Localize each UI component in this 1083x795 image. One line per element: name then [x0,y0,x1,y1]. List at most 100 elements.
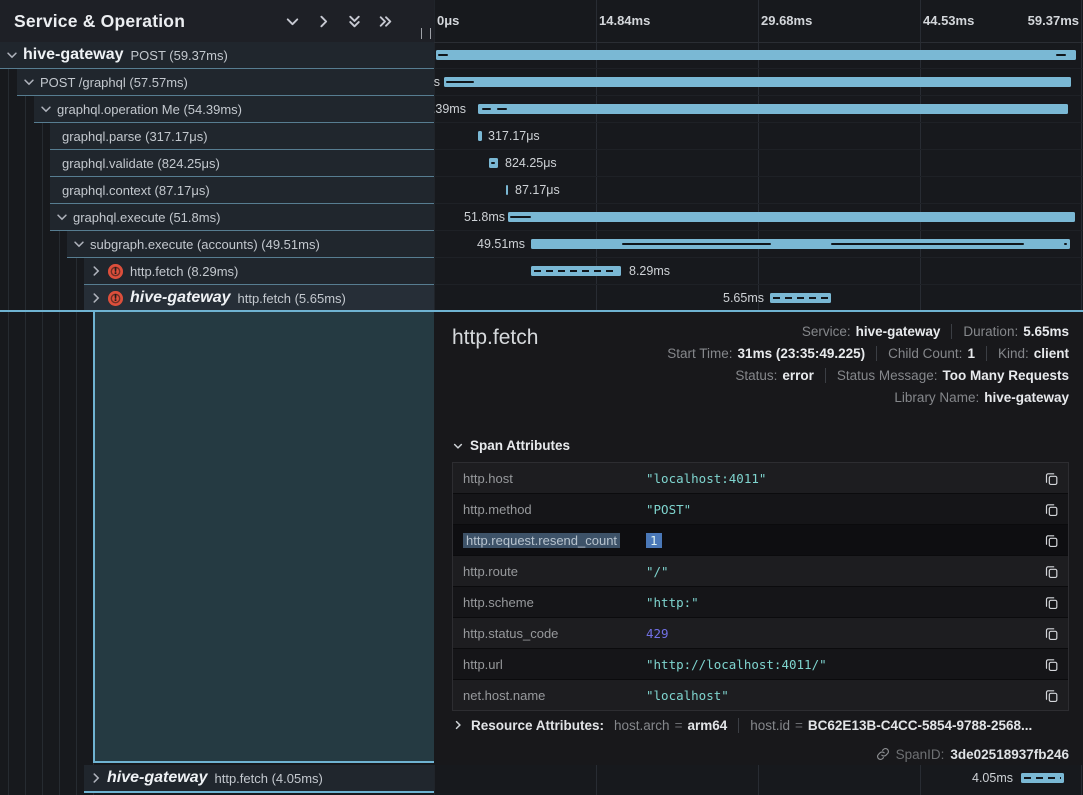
span-bar[interactable] [506,185,508,195]
bar-duration-label: 57.57ms [434,75,440,89]
span-name: subgraph.execute (accounts) (49.51ms) [90,237,320,252]
attribute-key: http.method [453,502,646,517]
bar-duration-label: 51.8ms [464,210,505,224]
attribute-row: http.route "/" [453,556,1068,587]
meta-divider [825,368,826,383]
meta-line: Start Time: 31ms (23:35:49.225) Child Co… [667,342,1069,364]
span-bar[interactable] [444,77,1071,87]
copy-icon[interactable] [1038,564,1064,579]
selected-span-row: hive-gateway http.fetch (5.65ms) 5.65ms [0,285,1083,312]
bar-duration-label: 87.17μs [515,183,560,197]
double-chevron-right-icon[interactable] [377,13,394,30]
attribute-key: net.host.name [453,688,646,703]
span-tree-cell[interactable]: POST /graphql (57.57ms) [17,69,434,96]
double-chevron-down-icon[interactable] [346,13,363,30]
span-timeline-cell: 87.17μs [434,177,1083,204]
chevron-right-icon[interactable] [452,719,464,731]
resource-value: arm64 [687,718,727,733]
chevron-down-icon[interactable] [22,75,36,89]
attribute-row: http.url "http://localhost:4011/" [453,649,1068,680]
error-icon [108,291,123,306]
span-tree-cell[interactable]: subgraph.execute (accounts) (49.51ms) [67,231,434,258]
span-row: hive-gateway http.fetch (4.05ms) 4.05ms [0,765,1083,793]
meta-value: 31ms (23:35:49.225) [738,346,866,361]
span-tree-cell[interactable]: hive-gateway http.fetch (4.05ms) [84,765,434,793]
span-row: graphql.parse (317.17μs) 317.17μs [0,123,1083,150]
axis-tick: 14.84ms [599,13,650,28]
chevron-down-icon[interactable] [39,102,53,116]
copy-icon[interactable] [1038,471,1064,486]
copy-icon[interactable] [1038,688,1064,703]
chevron-down-icon[interactable] [284,13,301,30]
span-bar[interactable] [489,158,498,168]
attribute-value: "/" [646,564,1038,579]
meta-value: hive-gateway [856,324,941,339]
span-timeline-cell: 5.65ms [434,285,1083,312]
meta-value: Too Many Requests [942,368,1069,383]
meta-divider [951,324,952,339]
column-resize-handle[interactable] [421,28,431,39]
span-bar[interactable] [531,266,621,276]
tree-header: Service & Operation [0,0,434,43]
meta-label: Kind: [998,346,1029,361]
meta-label: Status Message: [837,368,938,383]
span-tree-cell[interactable]: graphql.validate (824.25μs) [50,150,434,177]
attribute-key: http.scheme [453,595,646,610]
span-attributes-header[interactable]: Span Attributes [452,438,570,453]
copy-icon[interactable] [1038,595,1064,610]
span-tree-cell[interactable]: graphql.parse (317.17μs) [50,123,434,150]
span-bar[interactable] [508,212,1075,222]
chevron-down-icon[interactable] [55,210,69,224]
meta-label: Library Name: [894,390,979,405]
span-timeline-cell: 49.51ms [434,231,1083,258]
copy-icon[interactable] [1038,533,1064,548]
span-row: graphql.validate (824.25μs) 824.25μs [0,150,1083,177]
copy-icon[interactable] [1038,502,1064,517]
span-tree-cell[interactable]: graphql.context (87.17μs) [50,177,434,204]
chevron-right-icon[interactable] [89,264,103,278]
attribute-row: http.scheme "http:" [453,587,1068,618]
copy-icon[interactable] [1038,657,1064,672]
equals-sign: = [795,718,803,733]
span-bar[interactable] [1021,773,1064,783]
span-name: graphql.execute (51.8ms) [73,210,220,225]
chevron-right-icon[interactable] [89,771,103,785]
meta-line: Library Name: hive-gateway [667,386,1069,408]
attribute-row: http.status_code 429 [453,618,1068,649]
chevron-right-icon[interactable] [315,13,332,30]
span-bar[interactable] [770,293,831,303]
equals-sign: = [675,718,683,733]
span-tree-cell[interactable]: http.fetch (8.29ms) [84,258,434,285]
meta-value: error [782,368,814,383]
span-timeline-cell: 317.17μs [434,123,1083,150]
meta-value: hive-gateway [984,390,1069,405]
span-tree-cell[interactable]: graphql.operation Me (54.39ms) [34,96,434,123]
span-id-value: 3de02518937fb246 [950,747,1069,762]
bar-duration-label: 8.29ms [629,264,670,278]
chevron-down-icon[interactable] [72,237,86,251]
span-timeline-cell: 8.29ms [434,258,1083,285]
attribute-value: 429 [646,626,1038,641]
span-bar[interactable] [478,131,482,141]
attribute-value: 1 [646,533,1038,548]
chevron-down-icon[interactable] [452,440,464,452]
link-icon[interactable] [876,747,890,761]
span-name: graphql.parse (317.17μs) [62,129,208,144]
span-bar[interactable] [531,239,1070,249]
span-bar[interactable] [436,50,1076,60]
span-tree-cell[interactable]: hive-gateway http.fetch (5.65ms) [84,285,434,312]
span-tree-cell[interactable]: hive-gateway POST (59.37ms) [0,42,434,69]
axis-tick: 44.53ms [923,13,974,28]
meta-label: Status: [735,368,777,383]
attribute-value: "http://localhost:4011/" [646,657,1038,672]
attribute-value: "localhost" [646,688,1038,703]
span-id-row: SpanID: 3de02518937fb246 [876,744,1069,764]
chevron-right-icon[interactable] [89,291,103,305]
copy-icon[interactable] [1038,626,1064,641]
span-bar[interactable] [478,104,1068,114]
span-tree-cell[interactable]: graphql.execute (51.8ms) [50,204,434,231]
chevron-down-icon[interactable] [5,48,19,62]
span-name: http.fetch (8.29ms) [130,264,238,279]
resource-attributes-row[interactable]: Resource Attributes: host.arch = arm64 h… [452,712,1069,738]
meta-label: Start Time: [667,346,732,361]
